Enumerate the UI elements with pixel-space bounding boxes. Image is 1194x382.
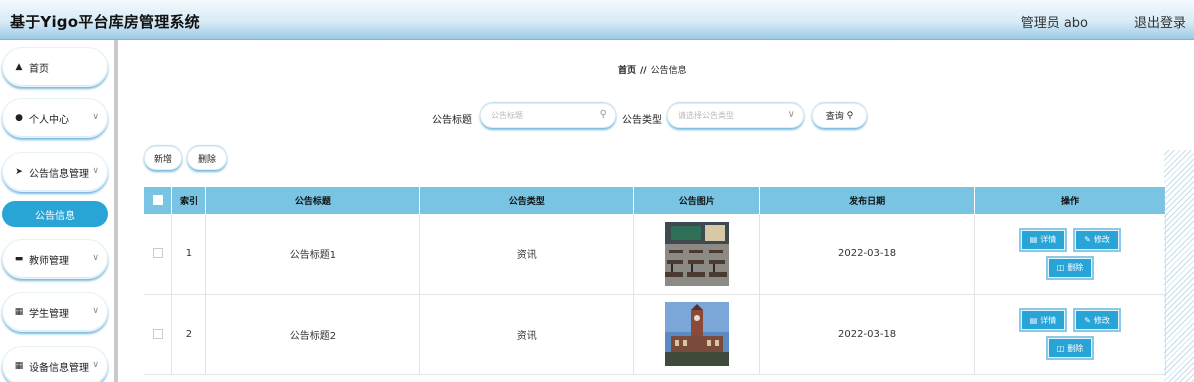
detail-icon: ▤ [1029, 315, 1038, 325]
title-search-label: 公告标题 [432, 115, 472, 126]
chevron-down-icon: ∨ [92, 112, 99, 122]
column-header: 公告类型 [419, 187, 635, 214]
delete-button[interactable]: ◫ 删除 [1048, 338, 1093, 358]
row-date: 2022-03-18 [759, 294, 976, 375]
send-icon: ➤ [15, 167, 23, 177]
batch-delete-button[interactable]: 删除 [187, 146, 227, 170]
column-header: 公告图片 [633, 187, 761, 214]
trash-icon: ◫ [1056, 263, 1065, 273]
row-select-cell [144, 294, 173, 375]
app-title: 基于Yigo平台库房管理系统 [10, 13, 200, 31]
sidebar-item-label: 教师管理 [29, 255, 69, 267]
edit-icon: ✎ [1084, 235, 1091, 245]
detail-button-label: 详情 [1040, 235, 1057, 245]
row-index: 2 [171, 294, 207, 375]
row-type: 资讯 [419, 294, 635, 375]
sidebar-item-label: 学生管理 [29, 308, 69, 320]
sidebar-item-label: 公告信息管理 [29, 168, 89, 180]
query-button-label: 查询 [825, 112, 844, 122]
title-search-placeholder: 公告标题 [491, 111, 523, 120]
row-image-cell [633, 214, 761, 295]
decorative-hatch [1164, 150, 1194, 382]
table-header-row: 索引 公告标题 公告类型 公告图片 发布日期 操作 [144, 187, 1166, 214]
logout-link[interactable]: 退出登录 [1134, 12, 1186, 31]
row-image-cell [633, 294, 761, 375]
sidebar-item-label: 设备信息管理 [29, 362, 89, 374]
breadcrumb: 首页 //公告信息 [618, 63, 687, 76]
sidebar-item-student-management[interactable]: ▦ 学生管理 ∨ [2, 292, 108, 332]
row-type: 资讯 [419, 214, 635, 295]
breadcrumb-home[interactable]: 首页 [618, 66, 636, 76]
breadcrumb-separator: // [640, 66, 647, 76]
sidebar-item-label: 个人中心 [29, 114, 69, 126]
classroom-image [664, 221, 729, 286]
sidebar-item-home[interactable]: ▲ 首页 [2, 47, 108, 87]
chevron-down-icon: ∨ [92, 306, 99, 316]
user-icon: ● [15, 113, 23, 123]
edit-icon: ✎ [1084, 315, 1091, 325]
trash-icon: ◫ [1056, 343, 1065, 353]
row-select-cell [144, 214, 173, 295]
select-all-cell [144, 187, 173, 214]
column-header: 操作 [974, 187, 1166, 214]
admin-label: 管理员 abo [1020, 16, 1088, 31]
column-header: 公告标题 [205, 187, 421, 214]
type-select-placeholder: 请选择公告类型 [678, 111, 734, 120]
detail-icon: ▤ [1029, 235, 1038, 245]
add-button[interactable]: 新增 [144, 146, 182, 170]
sidebar-item-notice-management[interactable]: ➤ 公告信息管理 ∨ [2, 152, 108, 192]
card-icon: ▬ [14, 254, 24, 264]
detail-button-label: 详情 [1040, 315, 1057, 325]
table-row: 1 公告标题1 资讯 2022-03-18 ▤ 详情 ✎ 修改 ◫ 删除 [144, 214, 1166, 295]
edit-button[interactable]: ✎ 修改 [1075, 310, 1120, 330]
row-title: 公告标题2 [205, 294, 421, 375]
edit-button-label: 修改 [1093, 235, 1110, 245]
sidebar-divider [114, 40, 118, 382]
delete-button-label: 删除 [1067, 343, 1084, 353]
home-icon: ▲ [15, 62, 23, 72]
notice-table: 索引 公告标题 公告类型 公告图片 发布日期 操作 1 公告标题1 资讯 202… [144, 187, 1166, 375]
clocktower-image [664, 302, 729, 366]
row-actions: ▤ 详情 ✎ 修改 ◫ 删除 [974, 294, 1166, 375]
row-title: 公告标题1 [205, 214, 421, 295]
row-checkbox[interactable] [152, 328, 163, 339]
grid-icon: ▦ [14, 307, 24, 317]
query-button[interactable]: 查询 ⚲ [812, 103, 867, 128]
detail-button[interactable]: ▤ 详情 [1021, 229, 1066, 250]
sidebar-item-personal-center[interactable]: ● 个人中心 ∨ [2, 98, 108, 138]
row-date: 2022-03-18 [759, 214, 976, 295]
select-all-checkbox[interactable] [152, 195, 163, 206]
edit-button[interactable]: ✎ 修改 [1075, 229, 1120, 250]
chevron-down-icon: ∨ [92, 253, 99, 263]
type-select-label: 公告类型 [622, 115, 662, 126]
sidebar-item-label: 首页 [29, 63, 49, 75]
sidebar: ▲ 首页 ● 个人中心 ∨ ➤ 公告信息管理 ∨ 公告信息 ▬ 教师管理 ∨ ▦… [0, 40, 120, 382]
search-icon: ⚲ [599, 109, 607, 120]
column-header: 发布日期 [759, 187, 976, 214]
sidebar-item-teacher-management[interactable]: ▬ 教师管理 ∨ [2, 239, 108, 279]
delete-button[interactable]: ◫ 删除 [1048, 257, 1093, 278]
sidebar-item-equipment-management[interactable]: ▦ 设备信息管理 ∨ [2, 346, 108, 382]
breadcrumb-current: 公告信息 [650, 66, 687, 76]
detail-button[interactable]: ▤ 详情 [1021, 310, 1066, 330]
type-select[interactable]: 请选择公告类型 ∨ [667, 103, 804, 128]
row-actions: ▤ 详情 ✎ 修改 ◫ 删除 [974, 214, 1166, 295]
delete-button-label: 删除 [1067, 263, 1084, 273]
table-row: 2 公告标题2 资讯 2022-03-18 ▤ 详情 ✎ 修改 ◫ 删除 [144, 294, 1166, 375]
title-search-input[interactable]: 公告标题 ⚲ [480, 103, 616, 128]
chevron-down-icon: ∨ [92, 166, 99, 176]
row-checkbox[interactable] [152, 248, 163, 259]
row-index: 1 [171, 214, 207, 295]
chevron-down-icon: ∨ [787, 109, 795, 120]
search-icon: ⚲ [846, 110, 854, 121]
sidebar-subitem-notice-info[interactable]: 公告信息 [2, 201, 108, 227]
grid-icon: ▦ [14, 361, 24, 371]
top-header: 基于Yigo平台库房管理系统 管理员 abo 退出登录 [0, 0, 1194, 40]
chevron-down-icon: ∨ [92, 360, 99, 370]
edit-button-label: 修改 [1093, 315, 1110, 325]
column-header: 索引 [171, 187, 207, 214]
